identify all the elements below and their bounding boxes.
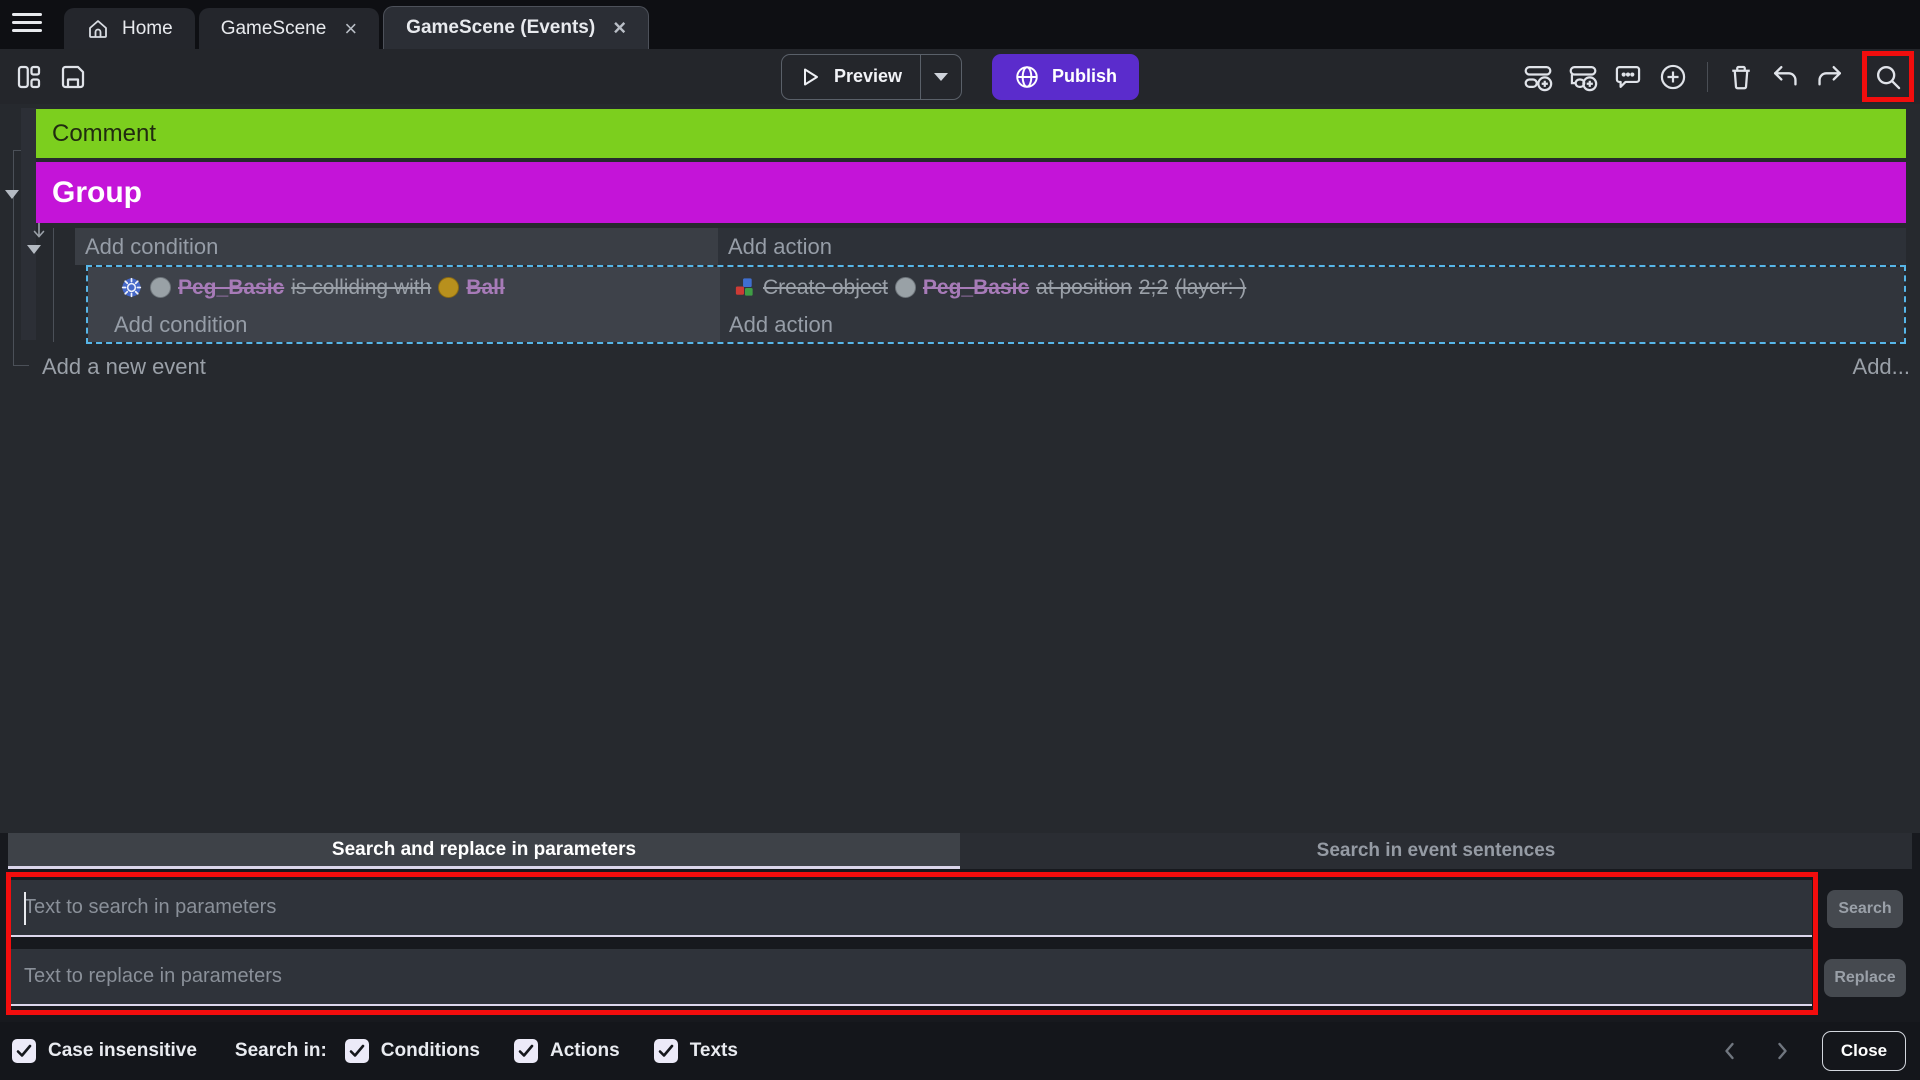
object-name: Peg_Basic — [923, 276, 1029, 300]
actions-checkbox[interactable] — [514, 1039, 538, 1063]
ball-object-icon — [438, 277, 459, 298]
tab-label: GameScene — [221, 18, 327, 40]
search-input[interactable] — [8, 880, 1812, 935]
add-circle-icon[interactable] — [1657, 61, 1689, 93]
tree-line — [13, 365, 29, 366]
preview-label: Preview — [834, 66, 902, 87]
search-input-row — [8, 880, 1812, 937]
search-panel-tabs: Search and replace in parameters Search … — [8, 833, 1912, 869]
text-cursor — [24, 892, 26, 925]
action-row[interactable]: Create object Peg_Basic at position 2;2 … — [720, 267, 1904, 308]
close-icon[interactable]: × — [344, 18, 357, 40]
toolbar-divider — [1707, 62, 1708, 92]
collapse-group-icon[interactable] — [5, 190, 19, 199]
preview-button[interactable]: Preview — [781, 54, 962, 100]
conditions-checkbox[interactable] — [345, 1039, 369, 1063]
tab-gamescene-events[interactable]: GameScene (Events) × — [383, 6, 649, 49]
search-highlight-box — [1862, 51, 1914, 102]
undo-icon[interactable] — [1769, 61, 1801, 93]
checkbox-label: Actions — [550, 1040, 620, 1062]
condition-text: is colliding with — [291, 276, 431, 300]
object-name: Ball — [466, 276, 505, 300]
tab-search-event-sentences[interactable]: Search in event sentences — [960, 833, 1912, 869]
next-result-icon[interactable] — [1770, 1039, 1794, 1063]
replace-button[interactable]: Replace — [1824, 959, 1906, 997]
checkbox-label: Case insensitive — [48, 1040, 197, 1062]
add-new-event-link[interactable]: Add a new event — [42, 354, 206, 380]
redo-icon[interactable] — [1814, 61, 1846, 93]
collision-icon — [120, 276, 143, 299]
checkbox-label: Conditions — [381, 1040, 480, 1062]
case-insensitive-checkbox[interactable] — [12, 1039, 36, 1063]
close-button[interactable]: Close — [1822, 1031, 1906, 1071]
collapse-event-icon[interactable] — [27, 245, 41, 254]
action-tail: (layer: ) — [1175, 276, 1246, 300]
close-icon[interactable]: × — [613, 17, 626, 39]
add-action-link[interactable]: Add action — [718, 228, 1906, 265]
add-event-icon[interactable] — [1522, 61, 1554, 93]
actions-column: Create object Peg_Basic at position 2;2 … — [720, 267, 1904, 342]
object-name: Peg_Basic — [178, 276, 284, 300]
peg-basic-object-icon — [895, 277, 916, 298]
create-object-icon — [733, 276, 756, 299]
checkbox-label: Texts — [690, 1040, 738, 1062]
drop-indicator-icon — [33, 222, 45, 242]
tab-label: Home — [122, 18, 173, 40]
search-button[interactable]: Search — [1827, 890, 1903, 928]
add-condition-link[interactable]: Add condition — [88, 308, 720, 341]
chevron-down-icon — [934, 73, 948, 81]
condition-row[interactable]: Peg_Basic is colliding with Ball — [88, 267, 720, 308]
tab-gamescene[interactable]: GameScene × — [199, 8, 379, 49]
comment-event[interactable]: Comment — [36, 109, 1906, 158]
publish-label: Publish — [1052, 66, 1117, 87]
delete-icon[interactable] — [1726, 62, 1756, 92]
add-comment-icon[interactable] — [1612, 61, 1644, 93]
tree-line — [13, 150, 21, 151]
top-tab-bar: Home GameScene × GameScene (Events) × — [0, 0, 1920, 49]
add-subevent-icon[interactable] — [1567, 61, 1599, 93]
search-in-label: Search in: — [235, 1040, 327, 1062]
selected-event[interactable]: Peg_Basic is colliding with Ball Add con… — [86, 265, 1906, 344]
replace-input[interactable] — [8, 949, 1812, 1004]
tab-search-replace-parameters[interactable]: Search and replace in parameters — [8, 833, 960, 869]
texts-checkbox[interactable] — [654, 1039, 678, 1063]
previous-result-icon[interactable] — [1718, 1039, 1742, 1063]
group-event[interactable]: Group — [36, 162, 1906, 223]
action-param: 2;2 — [1139, 276, 1168, 300]
add-more-button[interactable]: Add... — [1853, 354, 1910, 380]
toolbar: Preview Publish — [0, 49, 1920, 104]
action-verb: Create object — [763, 276, 888, 300]
events-sheet: Comment Group Add condition Add action P… — [0, 104, 1920, 833]
play-icon — [798, 65, 822, 89]
add-action-link[interactable]: Add action — [720, 308, 1904, 341]
action-text: at position — [1036, 276, 1132, 300]
home-icon — [86, 17, 110, 41]
menu-icon[interactable] — [12, 13, 42, 37]
globe-icon — [1014, 64, 1040, 90]
search-options-row: Case insensitive Search in: Conditions A… — [0, 1022, 1920, 1080]
tree-line — [53, 228, 54, 342]
add-condition-link[interactable]: Add condition — [75, 228, 718, 265]
preview-options-dropdown[interactable] — [921, 55, 961, 99]
peg-basic-object-icon — [150, 277, 171, 298]
tree-line — [13, 150, 14, 366]
tab-home[interactable]: Home — [64, 8, 195, 49]
search-panel: Search and replace in parameters Search … — [0, 833, 1920, 1080]
tab-label: GameScene (Events) — [406, 17, 595, 39]
conditions-column: Peg_Basic is colliding with Ball Add con… — [88, 267, 720, 342]
replace-input-row — [8, 949, 1812, 1006]
search-icon[interactable] — [1872, 61, 1904, 93]
publish-button[interactable]: Publish — [992, 54, 1139, 100]
